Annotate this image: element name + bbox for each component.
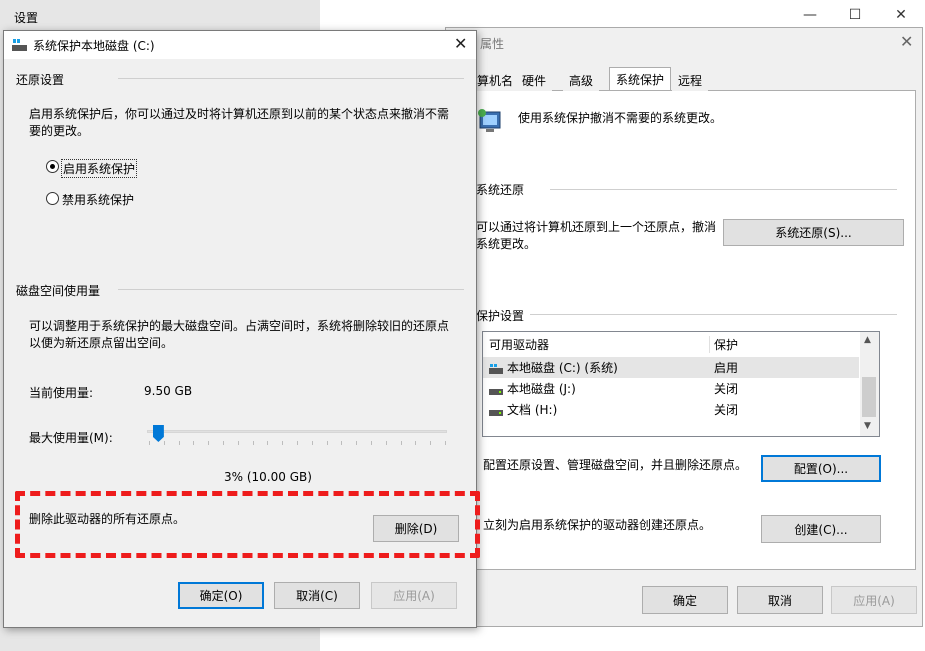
slider-tick — [297, 441, 298, 445]
dialog-ok-button[interactable]: 确定(O) — [178, 582, 264, 609]
sysprop-apply-button: 应用(A) — [831, 586, 917, 614]
sysprop-title: 属性 — [480, 37, 505, 51]
drive-status: 关闭 — [714, 403, 739, 417]
drive-system-icon — [489, 364, 503, 374]
restore-settings-title: 还原设置 — [16, 73, 65, 87]
list-item[interactable]: 本地磁盘 (J:) 关闭 — [483, 378, 859, 399]
restore-text-2: 系统更改。 — [476, 237, 537, 251]
slider-tick — [401, 441, 402, 445]
scroll-up-icon[interactable]: ▲ — [864, 335, 871, 345]
maximize-icon[interactable]: ☐ — [840, 4, 870, 26]
dialog-cancel-button[interactable]: 取消(C) — [274, 582, 360, 609]
slider-tick — [341, 441, 342, 445]
disable-protection-radio[interactable] — [46, 192, 59, 205]
max-usage-slider-track[interactable] — [147, 430, 447, 433]
slider-tick — [430, 441, 431, 445]
current-usage-label: 当前使用量: — [29, 386, 94, 400]
disk-desc: 可以调整用于系统保护的最大磁盘空间。占满空间时，系统将删除较旧的还原点 — [29, 319, 450, 333]
sysprop-cancel-button[interactable]: 取消 — [737, 586, 823, 614]
slider-tick — [267, 441, 268, 445]
restore-group-title: 系统还原 — [476, 183, 525, 197]
close-icon[interactable]: ✕ — [886, 4, 916, 26]
enable-protection-radio[interactable] — [46, 160, 59, 173]
slider-tick — [253, 441, 254, 445]
slider-tick — [371, 441, 372, 445]
slider-tick — [327, 441, 328, 445]
list-item[interactable]: 文档 (H:) 关闭 — [483, 399, 859, 420]
column-header-protection[interactable]: 保护 — [710, 336, 738, 353]
tab-remote[interactable]: 远程 — [672, 69, 709, 91]
current-usage-value: 9.50 GB — [144, 384, 193, 398]
drives-list[interactable]: 可用驱动器 保护 本地磁盘 (C:) (系统) 启用 本地磁盘 (J:) 关闭 … — [482, 331, 880, 437]
system-protection-icon — [478, 109, 501, 132]
dialog-title: 系统保护本地磁盘 (C:) — [33, 39, 155, 53]
max-usage-label: 最大使用量(M): — [29, 431, 113, 445]
sysprop-intro: 使用系统保护撤消不需要的系统更改。 — [518, 111, 723, 125]
drives-scrollbar[interactable]: ▲ ▼ — [860, 332, 879, 436]
slider-tick — [238, 441, 239, 445]
drive-name: 本地磁盘 (C:) (系统) — [507, 361, 618, 375]
drive-system-icon — [12, 39, 27, 51]
drive-icon — [489, 410, 503, 416]
slider-tick — [223, 441, 224, 445]
slider-tick — [386, 441, 387, 445]
config-text: 配置还原设置、管理磁盘空间，并且删除还原点。 — [483, 458, 748, 472]
divider — [530, 314, 897, 315]
tab-system-protection[interactable]: 系统保护 — [609, 67, 672, 90]
sysprop-close-icon[interactable]: ✕ — [900, 32, 913, 51]
slider-tick — [208, 441, 209, 445]
configure-button[interactable]: 配置(O)... — [761, 455, 881, 482]
scroll-down-icon[interactable]: ▼ — [864, 421, 871, 431]
column-header-drive[interactable]: 可用驱动器 — [483, 336, 710, 353]
drive-status: 关闭 — [714, 382, 739, 396]
create-button[interactable]: 创建(C)... — [761, 515, 881, 543]
divider — [118, 289, 464, 290]
restore-desc-2: 要的更改。 — [29, 124, 90, 138]
disk-usage-title: 磁盘空间使用量 — [16, 284, 101, 298]
max-usage-value: 3% (10.00 GB) — [224, 470, 312, 484]
slider-tick — [282, 441, 283, 445]
disk-desc-2: 以便为新还原点留出空间。 — [29, 336, 174, 350]
slider-tick — [356, 441, 357, 445]
protect-group-title: 保护设置 — [476, 309, 525, 323]
slider-tick — [445, 441, 446, 445]
system-restore-button[interactable]: 系统还原(S)... — [723, 219, 904, 246]
restore-text: 可以通过将计算机还原到上一个还原点，撤消 — [476, 220, 717, 234]
slider-tick — [149, 441, 150, 445]
settings-title: 设置 — [14, 11, 39, 25]
highlight-box — [15, 491, 480, 558]
divider — [550, 189, 897, 190]
dialog-close-icon[interactable]: ✕ — [454, 34, 467, 53]
drive-name: 本地磁盘 (J:) — [507, 382, 576, 396]
drive-name: 文档 (H:) — [507, 403, 558, 417]
tab-computer-name[interactable]: 算机名 — [471, 69, 520, 91]
tab-hardware[interactable]: 硬件 — [516, 69, 553, 91]
slider-tick — [179, 441, 180, 445]
slider-tick — [193, 441, 194, 445]
divider — [118, 78, 464, 79]
sysprop-ok-button[interactable]: 确定 — [642, 586, 728, 614]
restore-desc: 启用系统保护后，你可以通过及时将计算机还原到以前的某个状态点来撤消不需 — [29, 107, 450, 121]
slider-tick — [312, 441, 313, 445]
tab-advanced[interactable]: 高级 — [563, 69, 600, 91]
disable-protection-label[interactable]: 禁用系统保护 — [62, 191, 134, 208]
tab-panel-system-protection — [471, 90, 916, 570]
slider-tick — [415, 441, 416, 445]
slider-tick — [164, 441, 165, 445]
create-text: 立刻为启用系统保护的驱动器创建还原点。 — [483, 518, 712, 532]
drive-icon — [489, 389, 503, 395]
scroll-thumb[interactable] — [862, 377, 876, 417]
drives-header: 可用驱动器 保护 — [483, 334, 859, 355]
list-item[interactable]: 本地磁盘 (C:) (系统) 启用 — [483, 357, 859, 378]
drive-status: 启用 — [714, 361, 739, 375]
enable-protection-label[interactable]: 启用系统保护 — [61, 159, 138, 178]
minimize-icon[interactable]: — — [795, 4, 825, 26]
dialog-apply-button: 应用(A) — [371, 582, 457, 609]
